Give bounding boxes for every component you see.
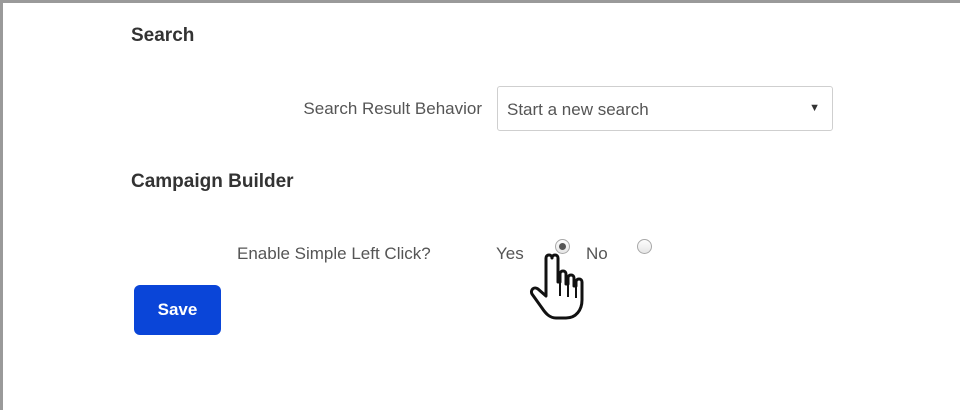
settings-panel: Search Search Result Behavior Start a ne… [0, 0, 960, 410]
search-result-behavior-select[interactable]: Start a new search ▼ [497, 86, 833, 131]
search-result-behavior-value: Start a new search [507, 100, 649, 119]
yes-option-label: Yes [496, 244, 524, 263]
simple-left-click-label: Enable Simple Left Click? [237, 244, 431, 263]
radio-selected-dot [559, 243, 566, 250]
no-radio[interactable] [637, 239, 652, 254]
campaign-builder-section-title: Campaign Builder [131, 171, 294, 192]
search-section-title: Search [131, 25, 195, 46]
hand-pointer-icon [530, 253, 584, 320]
chevron-down-icon: ▼ [809, 102, 820, 114]
search-result-behavior-label: Search Result Behavior [303, 99, 482, 118]
save-button[interactable]: Save [134, 285, 221, 335]
